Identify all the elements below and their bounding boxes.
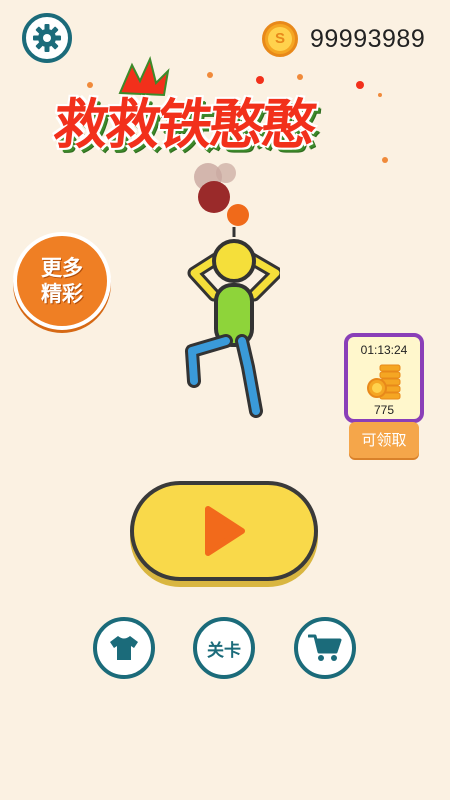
coin-counter: S 99993989 — [262, 19, 442, 59]
level-button[interactable]: 关卡 — [193, 617, 255, 679]
more-games-line1: 更多 — [41, 256, 83, 280]
more-games-button[interactable]: 更多 精彩 — [13, 232, 111, 330]
game-title: 救救铁憨憨 — [50, 93, 318, 156]
skin-button[interactable] — [93, 617, 155, 679]
coin-symbol: S — [268, 27, 292, 51]
gear-icon — [33, 24, 61, 52]
reward-timer: 01:13:24 — [360, 343, 408, 357]
shirt-icon — [110, 636, 138, 660]
cart-icon — [308, 634, 342, 661]
coin-count: 99993989 — [310, 24, 426, 53]
level-label: 关卡 — [207, 640, 241, 661]
reward-box[interactable]: 01:13:24 775 — [344, 333, 424, 423]
reward-amount: 775 — [373, 403, 395, 417]
stickman-character — [185, 163, 280, 418]
claim-button[interactable]: 可领取 — [349, 422, 419, 458]
coin-stack-icon — [367, 364, 401, 400]
shop-button[interactable] — [294, 617, 356, 679]
coin-icon: S — [262, 21, 298, 57]
play-icon — [205, 506, 245, 556]
more-games-line2: 精彩 — [41, 282, 83, 306]
play-button[interactable] — [130, 481, 318, 581]
